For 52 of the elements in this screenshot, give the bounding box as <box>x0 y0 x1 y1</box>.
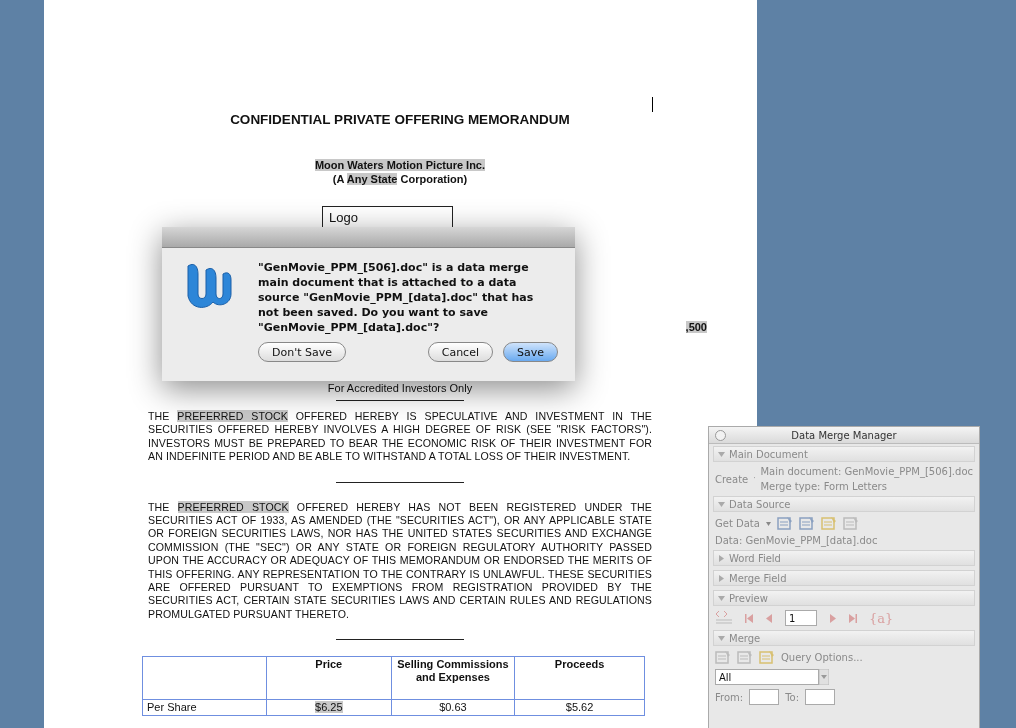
dialog-button[interactable]: Save <box>503 342 558 362</box>
caret-icon <box>765 521 771 526</box>
data-source-text: Data: GenMovie_PPM_[data].doc <box>715 535 878 546</box>
merge-info-text: Main document: GenMovie_PPM_[506].doc <box>760 466 973 477</box>
alert-message: "GenMovie_PPM_[506].doc" is a data merge main document that is attached to a data source "GenMovie_PPM_[data].doc" that has not been saved. Do you want to save "GenMovie_PPM_[data].doc"? <box>258 260 535 335</box>
column-header: Proceeds <box>514 656 645 700</box>
dialog-button[interactable]: Don't Save <box>258 342 346 362</box>
table-cell: $6.25 <box>266 699 392 716</box>
column-header: Selling Commissions and Expenses <box>391 656 515 700</box>
section-header[interactable]: Merge <box>713 630 975 646</box>
from-field[interactable] <box>749 689 780 705</box>
legal-paragraph: THE PREFERRED STOCK OFFERED HEREBY HAS NOT BEEN REGISTERED UNDER THE SECURITIES ACT OF 1933, AS AMENDED (THE "SECURITIES ACT"), OR ANY APPLICABLE STATE OR FOREIGN SECURITIES LAWS, NOR HAS THE UNITED STATES SECURITIES AND EXCHANGE COMMISSION (THE "SEC") OR ANY STATE OR FOREIGN REGULATORY AUTHORITY PASSED UPON THE ACCURACY OR ADEQUACY OF THIS MEMORANDUM OR ENDORSED THE MERITS OF THIS OFFERING. ANY REPRESENTATION TO THE CONTRARY IS UNLAWFUL. THESE SECURITIES ARE OFFERED PURSUANT TO EXEMPTIONS FROM REGISTRATION PROVIDED BY THE SECURITIES ACT, CERTAIN STATE SECURITIES LAWS AND CERTAIN RULES AND REGULATIONS PROMULGATED PURSUANT THERETO. <box>148 500 652 622</box>
close-icon[interactable] <box>715 430 726 441</box>
query-options-link[interactable]: Query Options... <box>781 652 863 663</box>
record-number-field[interactable]: 1 <box>785 610 817 626</box>
field-codes-toggle[interactable]: {a} <box>869 610 894 626</box>
section-header[interactable]: Merge Field <box>713 570 975 586</box>
to-field[interactable] <box>805 689 836 705</box>
document-title: CONFIDENTIAL PRIVATE OFFERING MEMORANDUM <box>229 112 571 128</box>
section-header[interactable]: Data Source <box>713 496 975 512</box>
expanded-triangle-icon[interactable] <box>718 634 725 642</box>
section-header[interactable]: Main Document <box>713 446 975 462</box>
last-record-icon[interactable] <box>849 613 857 623</box>
merge-info-text: Merge type: Form Letters <box>760 481 888 492</box>
get-data-menu[interactable]: Get Data <box>715 518 760 529</box>
amount-text: ,500 <box>684 320 707 334</box>
section-header[interactable]: Word Field <box>713 550 975 566</box>
dropdown-arrow-icon[interactable] <box>819 669 829 685</box>
from-label: From: <box>715 691 744 703</box>
text-cursor <box>652 97 653 112</box>
investors-text: For Accredited Investors Only <box>326 381 474 395</box>
first-record-icon[interactable] <box>745 613 753 623</box>
company-line: (A Any State Corporation) <box>331 172 469 186</box>
palette-title: Data Merge Manager <box>791 429 897 441</box>
column-header: Price <box>266 656 392 700</box>
to-label: To: <box>785 691 800 703</box>
table-cell: $5.62 <box>514 699 645 716</box>
section-header[interactable]: Preview <box>713 590 975 606</box>
legal-paragraph: THE PREFERRED STOCK OFFERED HEREBY IS SPECULATIVE AND INVESTMENT IN THE SECURITIES OFFERED HEREBY INVOLVES A HIGH DEGREE OF RISK (SEE "RISK FACTORS"). INVESTORS MUST BE PREPARED TO BEAR THE ECONOMIC RISK OF THEIR INVESTMENT FOR AN INDEFINITE PERIOD AND BE ABLE TO WITHSTAND A TOTAL LOSS OF THEIR INVESTMENT. <box>148 410 652 464</box>
table-cell: Per Share <box>142 699 267 716</box>
table-cell: $0.63 <box>391 699 515 716</box>
create-menu[interactable]: Create <box>715 473 749 485</box>
collapsed-triangle-icon[interactable] <box>718 554 725 562</box>
expanded-triangle-icon[interactable] <box>718 594 725 602</box>
dialog-button[interactable]: Cancel <box>427 342 493 362</box>
previous-record-icon[interactable] <box>765 613 773 623</box>
merge-range-dropdown[interactable]: All <box>715 669 819 685</box>
next-record-icon[interactable] <box>829 613 837 623</box>
view-merged-data-icon[interactable] <box>715 610 733 626</box>
expanded-triangle-icon[interactable] <box>718 500 725 508</box>
collapsed-triangle-icon[interactable] <box>718 574 725 582</box>
expanded-triangle-icon[interactable] <box>718 450 725 458</box>
